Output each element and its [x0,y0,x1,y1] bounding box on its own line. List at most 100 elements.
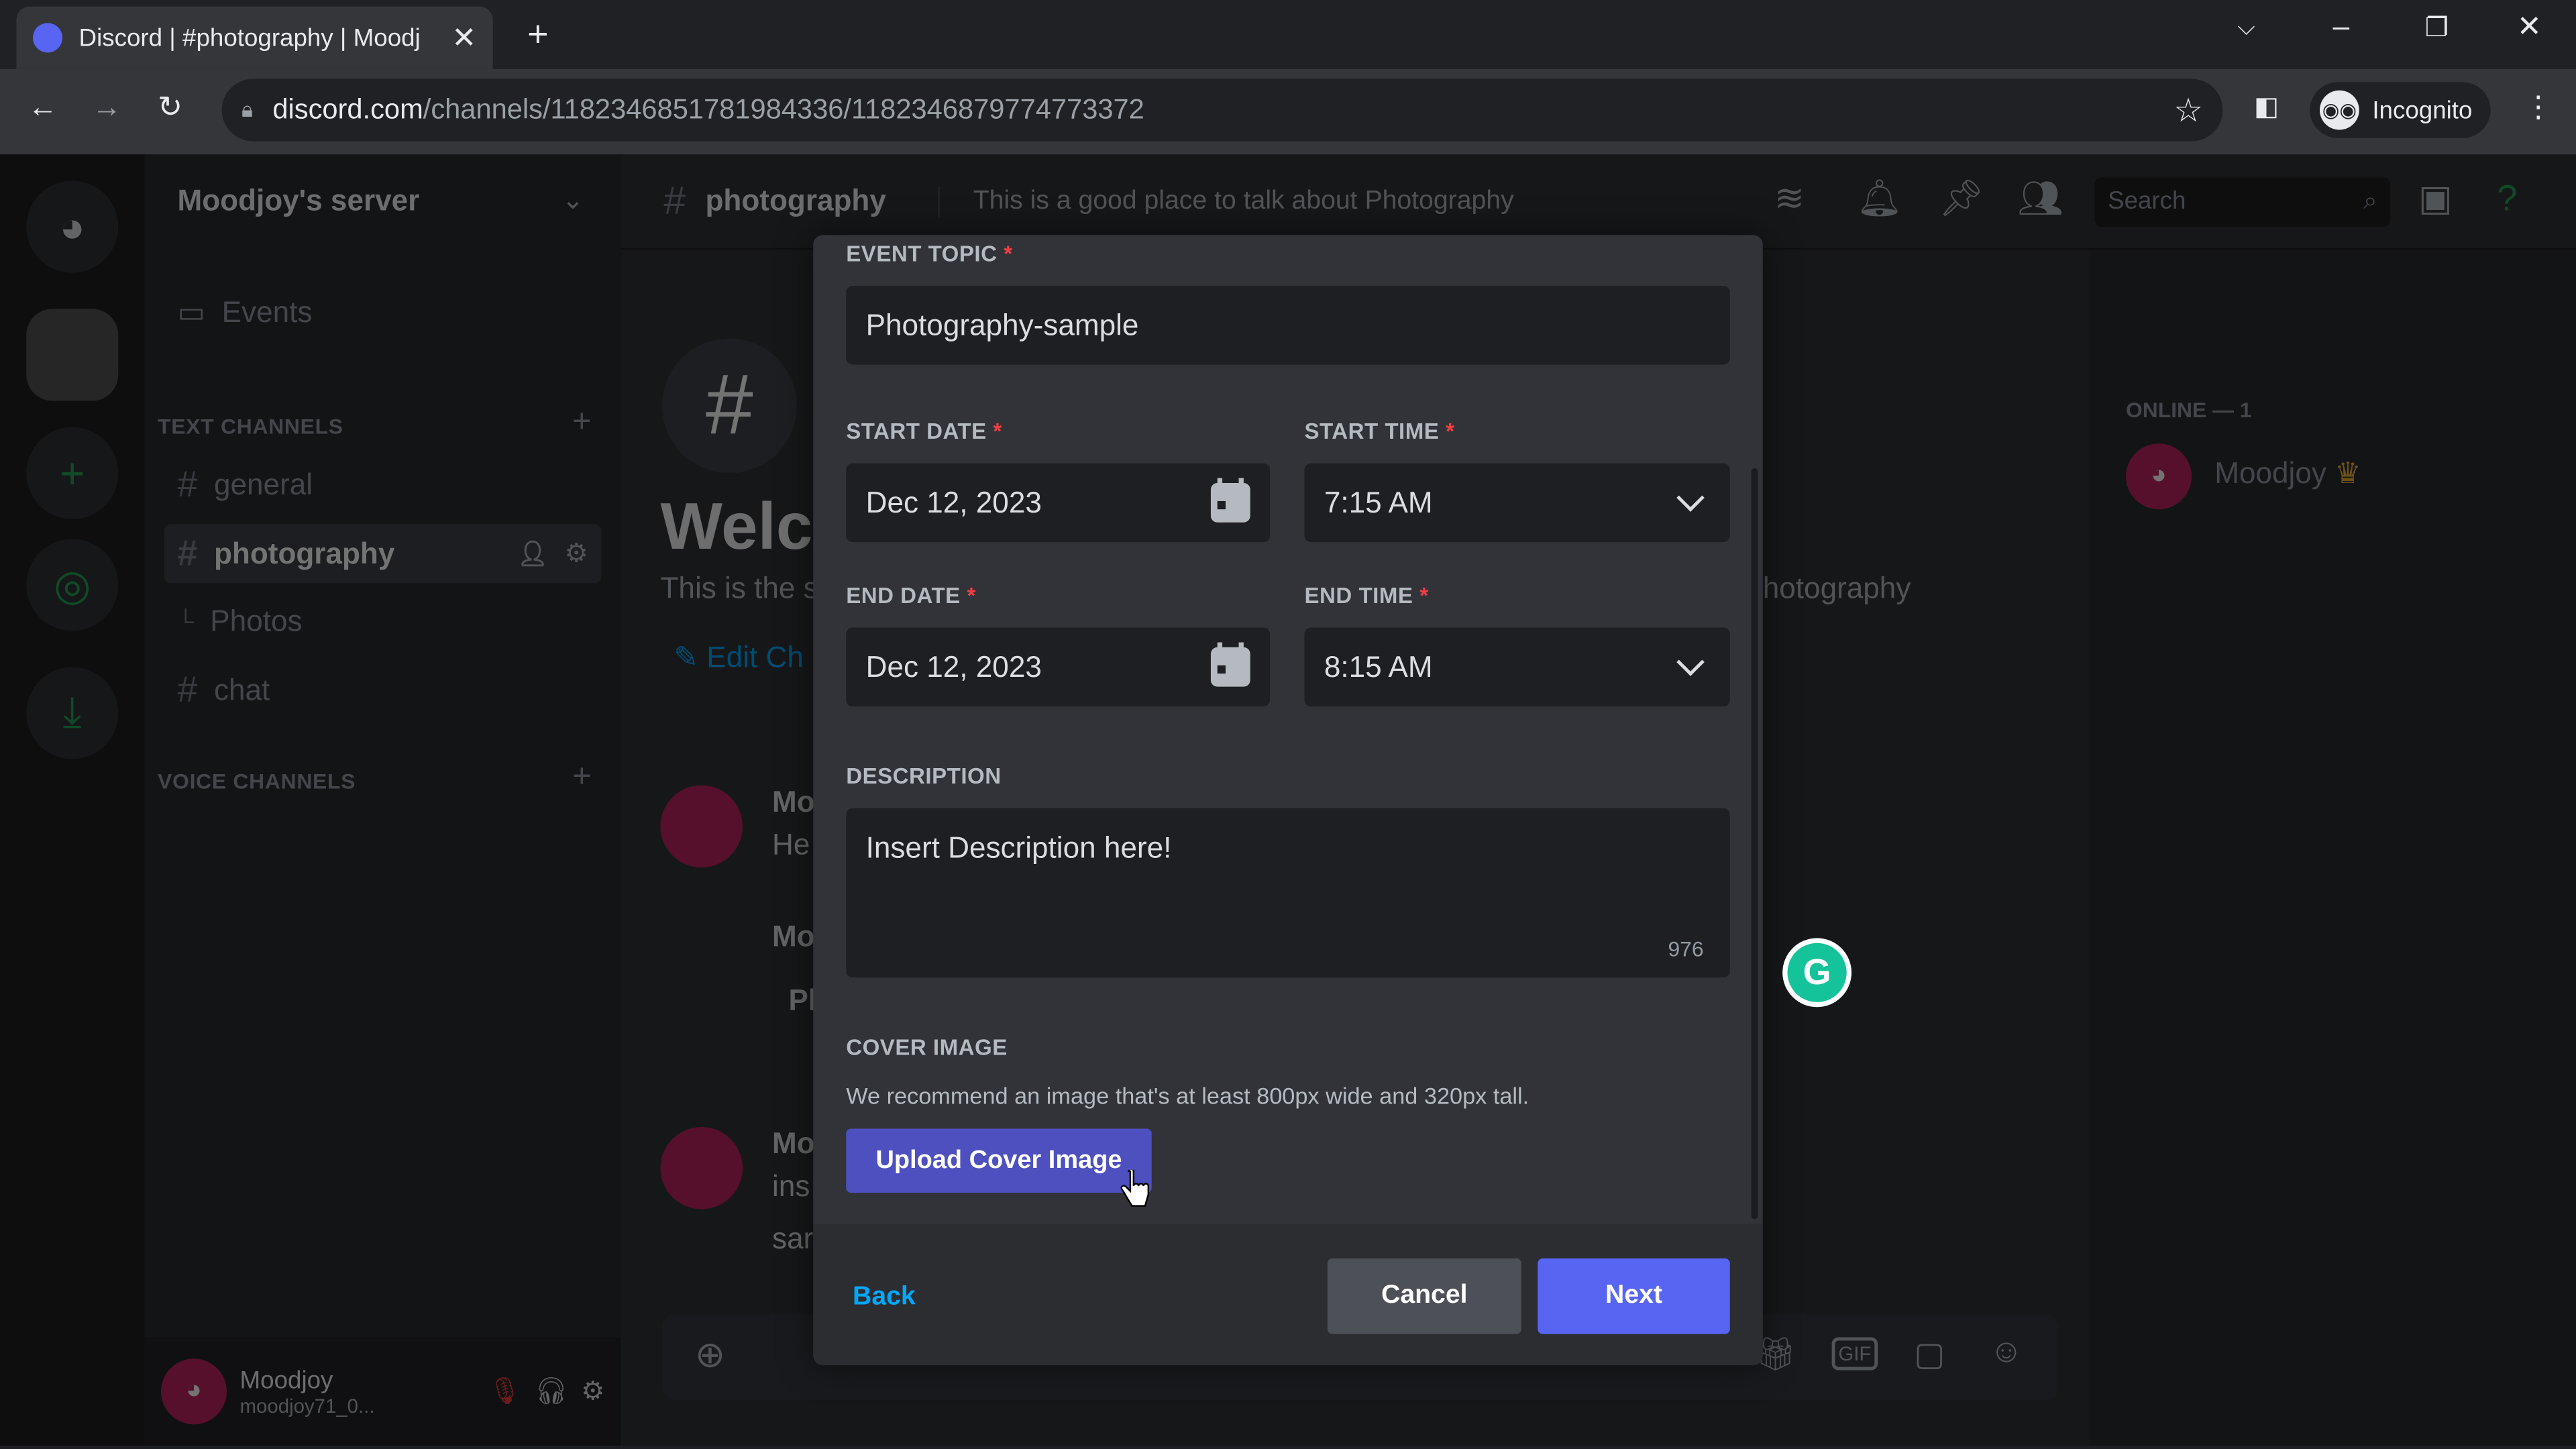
restore-icon[interactable]: ❐ [2425,11,2449,44]
channel-hash-badge: # [661,338,797,474]
sticker-icon[interactable]: ▢ [1914,1334,1945,1375]
calendar-icon[interactable] [1210,478,1250,523]
emoji-icon[interactable]: ☺ [1990,1334,2023,1372]
message-author[interactable]: Mo [772,1127,815,1161]
end-date-value: Dec 12, 2023 [865,649,1042,683]
voice-channels-category[interactable]: VOICE CHANNELS [158,769,356,794]
mute-mic-icon[interactable]: 🎙︎ [488,1375,521,1408]
welcome-subtitle: This is the s [660,572,818,605]
channel-chat[interactable]: # chat [164,660,601,719]
close-tab-icon[interactable]: ✕ [451,21,476,55]
explore-icon[interactable]: ◎ [26,539,119,631]
browser-tab[interactable]: Discord | #photography | Moodj ✕ [16,6,493,69]
bookmark-star-icon[interactable]: ☆ [2174,89,2203,130]
hand-cursor-icon [1120,1169,1150,1207]
minimize-icon[interactable]: – [2333,10,2350,44]
member-avatar[interactable]: ◕ [2126,443,2192,510]
online-header: ONLINE — 1 [2126,397,2252,423]
message-avatar[interactable] [660,1127,743,1210]
events-label: Events [221,294,313,328]
description-value: Insert Description here! [865,831,1172,865]
message-author[interactable]: Mo [772,786,815,820]
calendar-icon[interactable] [1210,642,1250,687]
modal-footer: Back Cancel Next [813,1224,1763,1366]
settings-gear-icon[interactable]: ⚙ [565,537,588,570]
tab-search-chevron-icon[interactable]: ⌵ [2238,13,2255,42]
edit-channel-link[interactable]: ✎ Edit Ch [674,641,804,675]
create-event-modal: EVENT TOPIC * Photography-sample START DA… [813,235,1763,1366]
notification-bell-icon[interactable]: 🔔︎ [1856,177,1902,220]
server-menu-chevron-icon[interactable]: ⌄ [562,184,584,217]
back-button[interactable]: Back [853,1283,916,1313]
message-text: ins [772,1169,810,1203]
user-settings-gear-icon[interactable]: ⚙ [581,1375,604,1408]
upload-cover-image-button[interactable]: Upload Cover Image [846,1128,1152,1193]
member-list-icon[interactable]: 👥︎ [2017,177,2063,220]
reload-icon[interactable]: ↻ [158,91,182,125]
download-icon[interactable]: ⤓ [26,667,119,759]
url-host: discord.com [272,93,423,125]
start-time-select[interactable]: 7:15 AM [1304,463,1730,543]
end-time-select[interactable]: 8:15 AM [1304,627,1730,707]
add-server-icon[interactable]: + [26,427,119,519]
forward-icon[interactable]: → [92,91,121,125]
address-bar[interactable]: 🔒︎ discord.com/channels/1182346851781984… [221,78,2223,142]
discord-favicon-icon [32,23,63,53]
member-list: ONLINE — 1 ◕ Moodjoy ♛ [2090,250,2576,1446]
threads-icon[interactable]: ≋ [1774,177,1805,220]
user-avatar[interactable]: ◕ [161,1358,227,1425]
pencil-icon: ✎ [674,641,707,674]
headphones-icon[interactable]: 🎧︎ [535,1375,568,1408]
back-icon[interactable]: ← [28,91,58,125]
event-topic-label: EVENT TOPIC * [846,241,1013,266]
help-icon[interactable]: ? [2497,177,2517,220]
thread-branch-icon: └ [177,608,194,635]
modal-scrollbar[interactable] [1751,468,1758,1220]
incognito-profile[interactable]: ◉◉ Incognito [2310,82,2491,138]
server-icon-moodjoy[interactable] [26,309,119,401]
header-channel-name: photography [705,184,886,217]
close-window-icon[interactable]: ✕ [2517,10,2542,44]
server-rail: ◕ + ◎ ⤓ [0,154,145,1446]
message-avatar[interactable] [660,785,743,868]
server-name[interactable]: Moodjoy's server [177,184,419,218]
add-voice-channel-icon[interactable]: + [572,759,592,796]
search-input[interactable]: Search ⌕ [2094,177,2391,227]
inbox-icon[interactable]: ▣ [2418,177,2453,220]
char-count: 976 [1668,936,1704,961]
user-panel: ◕ Moodjoy moodjoy71_0... 🎙︎ 🎧︎ ⚙ [144,1337,621,1446]
chevron-down-icon [1676,484,1705,512]
member-item[interactable]: Moodjoy ♛ [2214,457,2361,491]
attach-plus-icon[interactable]: ⊕ [695,1334,725,1377]
menu-kebab-icon[interactable]: ⋮ [2524,91,2553,125]
pin-icon[interactable]: 📌︎ [1939,177,1984,220]
message-text: Pl [788,983,817,1017]
channel-photography[interactable]: # photography 👤︎ ⚙ [164,524,602,584]
hash-icon: # [177,463,198,504]
channel-general[interactable]: # general [164,455,601,514]
side-panel-icon[interactable]: ◧ [2254,91,2279,123]
end-date-input[interactable]: Dec 12, 2023 [846,627,1271,707]
message-author[interactable]: Mo [772,920,815,954]
discord-home-icon[interactable]: ◕ [26,180,119,273]
invite-icon[interactable]: 👤︎ [517,539,548,569]
event-topic-input[interactable]: Photography-sample [846,286,1730,365]
description-textarea[interactable]: Insert Description here! 976 [846,808,1730,978]
cancel-button[interactable]: Cancel [1327,1258,1521,1334]
thread-photos[interactable]: └ Photos [164,592,601,651]
grammarly-icon[interactable]: G [1782,938,1852,1008]
start-time-label: START TIME * [1304,419,1455,444]
add-text-channel-icon[interactable]: + [572,404,592,441]
gif-icon[interactable]: GIF [1831,1337,1878,1371]
text-channels-category[interactable]: TEXT CHANNELS [158,414,343,439]
events-item[interactable]: ▭ Events [164,282,601,341]
start-date-input[interactable]: Dec 12, 2023 [846,463,1271,543]
channel-sidebar: Moodjoy's server ⌄ ▭ Events TEXT CHANNELS… [144,154,621,1446]
channel-label: chat [213,672,270,706]
cover-image-hint: We recommend an image that's at least 80… [846,1082,1529,1110]
next-button[interactable]: Next [1538,1258,1730,1334]
incognito-icon: ◉◉ [2319,90,2359,130]
new-tab-icon[interactable]: + [527,13,548,56]
channel-topic[interactable]: This is a good place to talk about Photo… [938,186,1514,217]
member-name: Moodjoy [2214,456,2326,490]
